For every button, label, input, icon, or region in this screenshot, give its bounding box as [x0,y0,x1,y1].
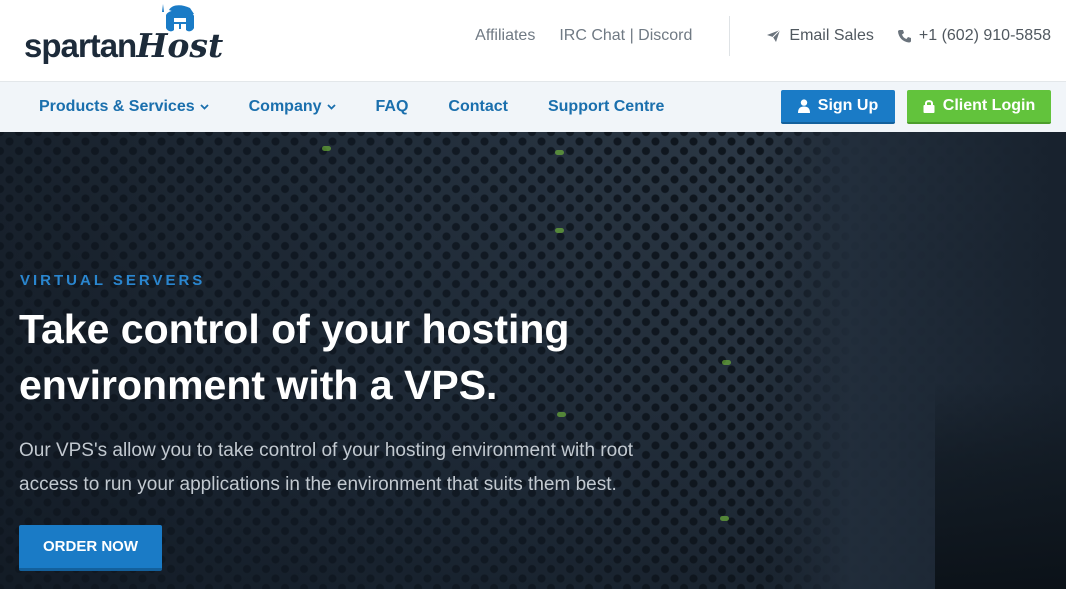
nav-item-company[interactable]: Company [249,98,336,116]
hero-kicker: VIRTUAL SERVERS [20,272,206,289]
email-sales-link[interactable]: Email Sales [766,27,874,45]
nav-item-label: Support Centre [547,98,665,115]
lock-icon [923,100,935,113]
nav-menu: Products & Services Company FAQ Contact … [39,82,704,132]
hero-headline: Take control of your hosting environment… [19,306,570,408]
phone-number: +1 (602) 910-5858 [918,27,1051,44]
server-led-decoration [555,150,564,155]
order-now-button[interactable]: ORDER NOW [19,525,162,571]
server-led-decoration [322,146,331,151]
phone-link[interactable]: +1 (602) 910-5858 [897,27,1051,45]
affiliates-link[interactable]: Affiliates [475,27,535,45]
nav-item-label: Products & Services [39,98,195,115]
chevron-down-icon [326,104,336,110]
server-led-decoration [722,360,731,365]
nav-item-label: Contact [448,98,508,115]
brand-name-part1: spartan [24,27,137,64]
nav-item-faq[interactable]: FAQ [376,98,409,116]
hero-subtext: Our VPS's allow you to take control of y… [19,440,634,495]
brand-logo[interactable]: spartanHost [22,2,237,72]
brand-wordmark: spartanHost [24,26,223,65]
nav-item-label: Company [248,98,322,115]
top-links: Affiliates IRC Chat | Discord Email Sale… [475,0,1051,72]
nav-item-products-services[interactable]: Products & Services [39,98,209,116]
topbar-divider [729,16,731,56]
nav-item-support-centre[interactable]: Support Centre [548,98,664,116]
brand-name-part2: Host [136,26,224,65]
hero-background-shadow [935,382,1066,589]
phone-icon [897,30,911,43]
irc-discord-link[interactable]: IRC Chat | Discord [559,27,692,45]
client-login-button[interactable]: Client Login [907,90,1051,124]
nav-item-contact[interactable]: Contact [448,98,508,116]
hero-banner: VIRTUAL SERVERS Take control of your hos… [0,132,1066,589]
main-nav: Products & Services Company FAQ Contact … [0,82,1066,132]
chevron-down-icon [199,104,209,110]
user-icon [797,99,810,113]
server-led-decoration [720,516,729,521]
top-header: spartanHost Affiliates IRC Chat | Discor… [0,0,1066,82]
sign-up-button[interactable]: Sign Up [781,90,895,124]
client-login-label: Client Login [942,97,1036,114]
email-sales-label: Email Sales [789,27,874,44]
server-led-decoration [555,228,564,233]
nav-item-label: FAQ [375,98,409,115]
paper-plane-icon [767,29,781,42]
sign-up-label: Sign Up [817,97,879,114]
